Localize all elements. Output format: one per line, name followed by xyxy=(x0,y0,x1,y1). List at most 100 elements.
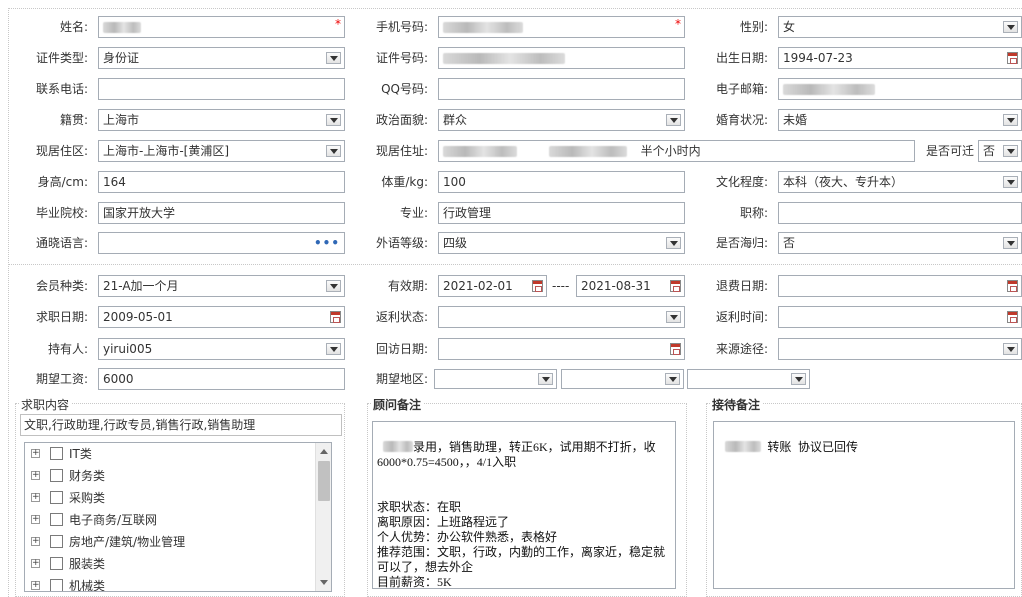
contact-phone-input[interactable] xyxy=(98,78,345,100)
calendar-icon[interactable] xyxy=(1007,311,1018,323)
education-select[interactable]: 本科（夜大、专升本） xyxy=(778,171,1022,193)
expand-icon[interactable]: + xyxy=(31,493,40,502)
phone-input[interactable]: * xyxy=(438,16,685,38)
chevron-down-icon[interactable] xyxy=(666,311,681,323)
language-input[interactable]: ••• xyxy=(98,232,345,254)
chevron-down-icon[interactable] xyxy=(326,52,341,64)
tree-item[interactable]: + 采购类 xyxy=(25,487,331,509)
visit-date-input[interactable] xyxy=(438,338,685,360)
calendar-icon[interactable] xyxy=(330,311,341,323)
overseas-select[interactable]: 否 xyxy=(778,232,1022,254)
member-type-select[interactable]: 21-A加一个月 xyxy=(98,275,345,297)
checkbox[interactable] xyxy=(50,557,63,570)
political-status-value: 群众 xyxy=(443,113,468,127)
job-date-input[interactable]: 2009-05-01 xyxy=(98,306,345,328)
chevron-down-icon[interactable] xyxy=(538,373,553,385)
advisor-notes-textarea[interactable]: 录用，销售助理，转正6K，试用期不打折，收6000*0.75=4500，，4/1… xyxy=(372,421,676,589)
rebate-status-select[interactable] xyxy=(438,306,685,328)
weight-input[interactable]: 100 xyxy=(438,171,685,193)
reception-notes-title: 接待备注 xyxy=(710,396,763,413)
calendar-icon[interactable] xyxy=(670,343,681,355)
chevron-down-icon[interactable] xyxy=(1003,114,1018,126)
refund-date-input[interactable] xyxy=(778,275,1022,297)
tree-item-label: IT类 xyxy=(69,447,92,461)
native-place-select[interactable]: 上海市 xyxy=(98,109,345,131)
chevron-down-icon[interactable] xyxy=(326,114,341,126)
residence-address-input[interactable]: 半个小时内 xyxy=(438,140,915,162)
tree-item[interactable]: + 房地产/建筑/物业管理 xyxy=(25,531,331,553)
id-number-input[interactable] xyxy=(438,47,685,69)
expected-region-city-select[interactable] xyxy=(561,369,684,389)
expected-region-province-select[interactable] xyxy=(434,369,557,389)
height-input[interactable]: 164 xyxy=(98,171,345,193)
scroll-thumb[interactable] xyxy=(318,461,330,501)
calendar-icon[interactable] xyxy=(1007,52,1018,64)
chevron-down-icon[interactable] xyxy=(1003,145,1018,157)
expand-icon[interactable]: + xyxy=(31,581,40,590)
chevron-down-icon[interactable] xyxy=(666,237,681,249)
tree-item[interactable]: + 电子商务/互联网 xyxy=(25,509,331,531)
school-input[interactable]: 国家开放大学 xyxy=(98,202,345,224)
title-input[interactable] xyxy=(778,202,1022,224)
section-divider xyxy=(8,264,1022,265)
checkbox[interactable] xyxy=(50,469,63,482)
expand-icon[interactable]: + xyxy=(31,449,40,458)
more-icon[interactable]: ••• xyxy=(314,233,340,253)
checkbox[interactable] xyxy=(50,447,63,460)
email-input[interactable] xyxy=(778,78,1022,100)
chevron-down-icon[interactable] xyxy=(666,114,681,126)
chevron-down-icon[interactable] xyxy=(1003,21,1018,33)
chevron-down-icon[interactable] xyxy=(326,145,341,157)
rebate-time-input[interactable] xyxy=(778,306,1022,328)
foreign-level-select[interactable]: 四级 xyxy=(438,232,685,254)
checkbox[interactable] xyxy=(50,491,63,504)
tree-item[interactable]: + 机械类 xyxy=(25,575,331,591)
chevron-down-icon[interactable] xyxy=(1003,237,1018,249)
chevron-down-icon[interactable] xyxy=(665,373,680,385)
tree-item[interactable]: + 财务类 xyxy=(25,465,331,487)
foreign-level-value: 四级 xyxy=(443,236,468,250)
reception-notes-textarea[interactable]: 转账 协议已回传 xyxy=(713,421,1015,589)
residence-area-select[interactable]: 上海市-上海市-[黄浦区] xyxy=(98,140,345,162)
expected-region-label: 期望地区: xyxy=(375,372,428,386)
checkbox[interactable] xyxy=(50,579,63,591)
tree-item[interactable]: + IT类 xyxy=(25,443,331,465)
source-select[interactable] xyxy=(778,338,1022,360)
visit-date-label: 回访日期: xyxy=(375,342,428,356)
expected-region-district-select[interactable] xyxy=(687,369,810,389)
checkbox[interactable] xyxy=(50,535,63,548)
id-type-select[interactable]: 身份证 xyxy=(98,47,345,69)
relocatable-select[interactable]: 否 xyxy=(978,140,1022,162)
chevron-down-icon[interactable] xyxy=(791,373,806,385)
holder-select[interactable]: yirui005 xyxy=(98,338,345,360)
major-label: 专业: xyxy=(399,206,428,220)
valid-start-input[interactable]: 2021-02-01 xyxy=(438,275,547,297)
scroll-up-icon[interactable] xyxy=(320,449,328,454)
calendar-icon[interactable] xyxy=(532,280,543,292)
tree-scrollbar[interactable] xyxy=(315,443,331,591)
valid-end-input[interactable]: 2021-08-31 xyxy=(576,275,685,297)
expand-icon[interactable]: + xyxy=(31,515,40,524)
expected-salary-input[interactable]: 6000 xyxy=(98,368,345,390)
name-input[interactable]: * xyxy=(98,16,345,38)
chevron-down-icon[interactable] xyxy=(1003,176,1018,188)
job-content-selected[interactable]: 文职,行政助理,行政专员,销售行政,销售助理 xyxy=(20,414,342,436)
major-input[interactable]: 行政管理 xyxy=(438,202,685,224)
birth-date-input[interactable]: 1994-07-23 xyxy=(778,47,1022,69)
gender-select[interactable]: 女 xyxy=(778,16,1022,38)
scroll-down-icon[interactable] xyxy=(320,580,328,585)
chevron-down-icon[interactable] xyxy=(326,280,341,292)
qq-input[interactable] xyxy=(438,78,685,100)
tree-item[interactable]: + 服装类 xyxy=(25,553,331,575)
expand-icon[interactable]: + xyxy=(31,559,40,568)
marital-status-select[interactable]: 未婚 xyxy=(778,109,1022,131)
calendar-icon[interactable] xyxy=(670,280,681,292)
checkbox[interactable] xyxy=(50,513,63,526)
job-category-tree[interactable]: + IT类 + 财务类 + 采购类 + 电子商务/互联网 + 房地产/建筑/物业… xyxy=(24,442,332,592)
expand-icon[interactable]: + xyxy=(31,471,40,480)
political-status-select[interactable]: 群众 xyxy=(438,109,685,131)
expand-icon[interactable]: + xyxy=(31,537,40,546)
chevron-down-icon[interactable] xyxy=(1003,343,1018,355)
chevron-down-icon[interactable] xyxy=(326,343,341,355)
calendar-icon[interactable] xyxy=(1007,280,1018,292)
